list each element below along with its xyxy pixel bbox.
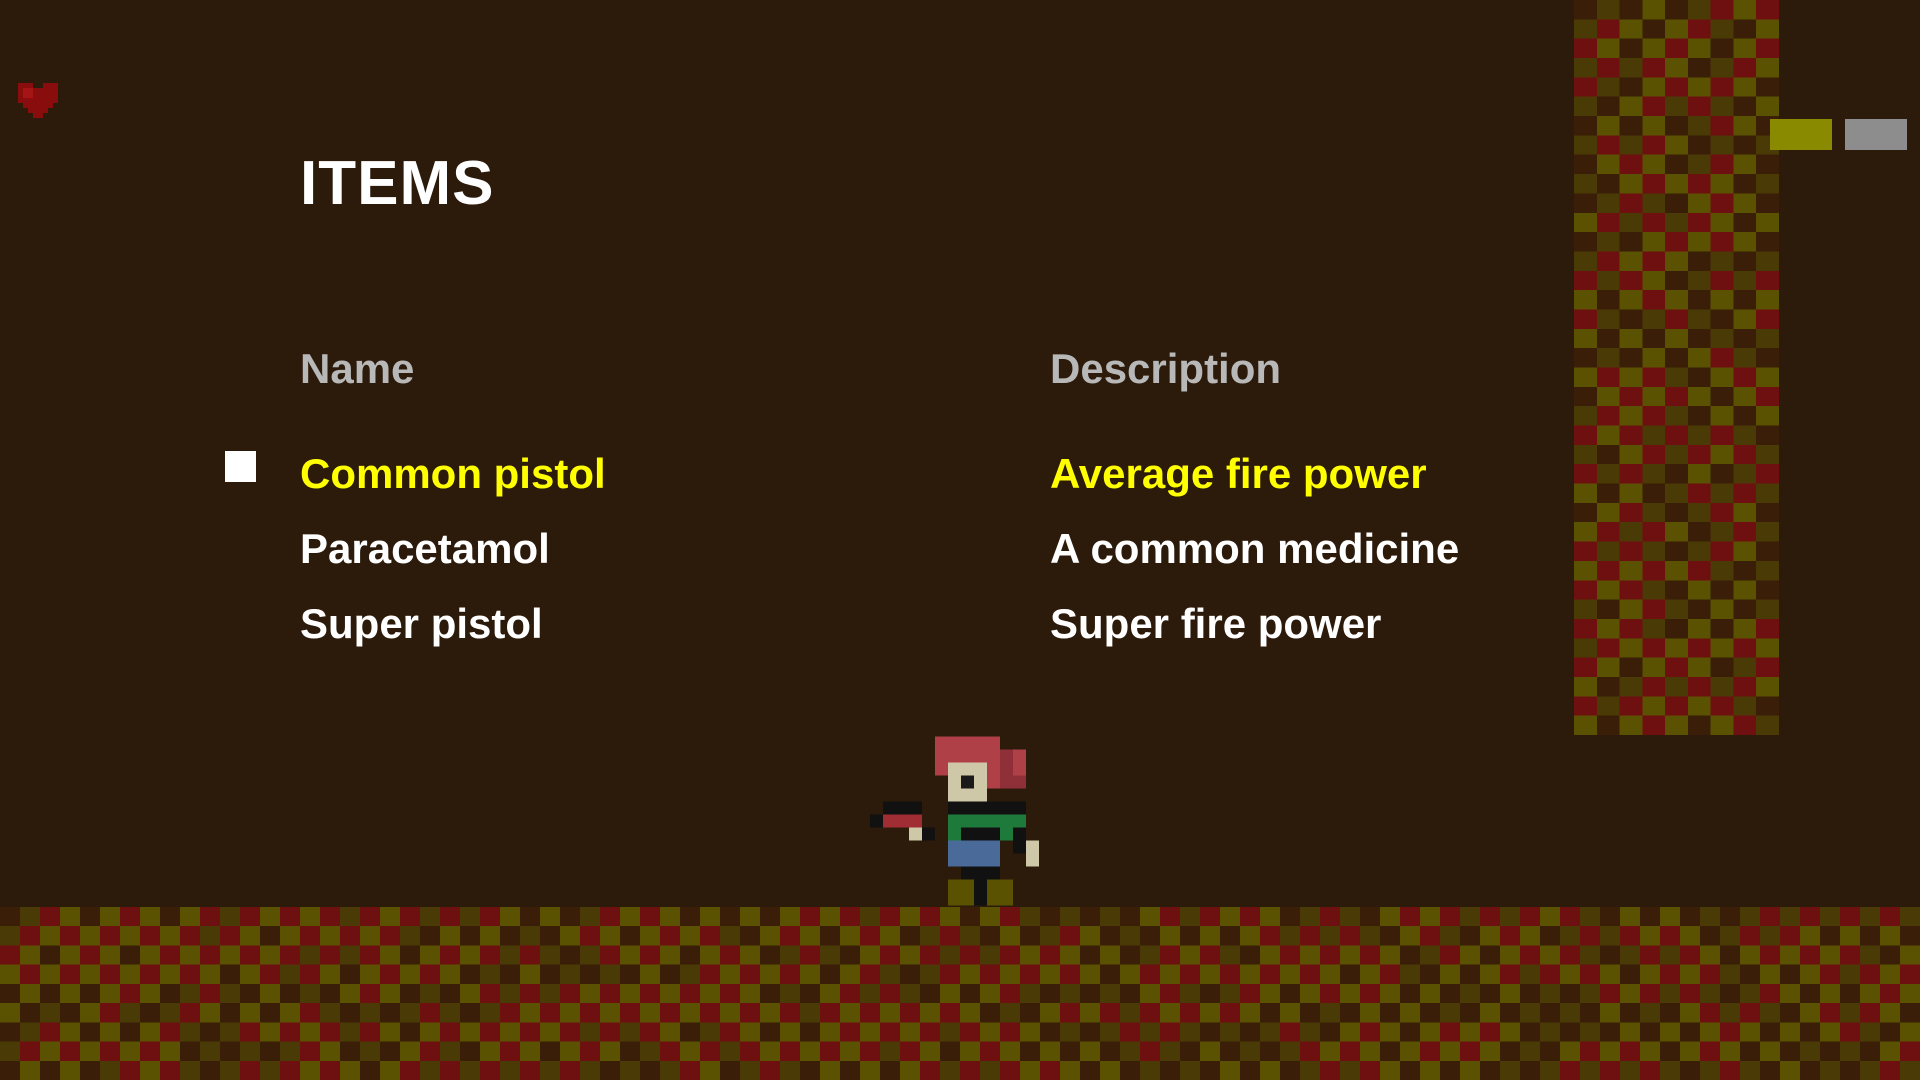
item-description: Super fire power	[1050, 600, 1382, 647]
column-header-name: Name	[300, 345, 415, 392]
heart-icon	[18, 83, 58, 118]
wall-pillar	[1574, 0, 1779, 735]
item-description: Average fire power	[1050, 450, 1427, 497]
ground-tiles	[0, 907, 1920, 1080]
page-title: ITEMS	[300, 149, 495, 218]
item-row-paracetamol[interactable]: Paracetamol A common medicine	[0, 525, 1560, 595]
game-screen: ITEMS Name Description Common pistol Ave…	[0, 0, 1920, 1080]
ammo-indicator-gray	[1845, 119, 1907, 150]
item-name: Paracetamol	[300, 525, 550, 572]
item-row-common-pistol[interactable]: Common pistol Average fire power	[0, 450, 1560, 520]
player-character	[870, 736, 1039, 906]
item-row-super-pistol[interactable]: Super pistol Super fire power	[0, 600, 1560, 670]
item-description: A common medicine	[1050, 525, 1460, 572]
item-name: Common pistol	[300, 450, 606, 497]
ammo-indicator-yellow	[1770, 119, 1832, 150]
column-header-description: Description	[1050, 345, 1282, 392]
item-name: Super pistol	[300, 600, 543, 647]
